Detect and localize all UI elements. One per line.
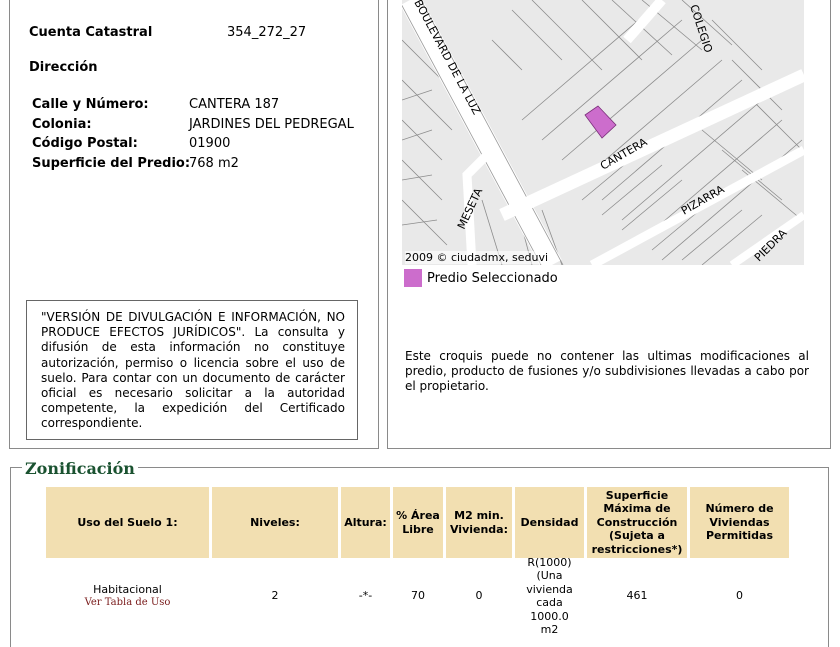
location-map[interactable]: BOULEVARD DE LA LUZ COLEGIO CANTERA MESE… — [402, 0, 804, 265]
map-image: BOULEVARD DE LA LUZ COLEGIO CANTERA MESE… — [402, 0, 804, 265]
ver-tabla-uso-link[interactable]: Ver Tabla de Uso — [85, 596, 171, 610]
direccion-label: Dirección — [29, 60, 98, 75]
uso-value: Habitacional — [93, 582, 162, 596]
cell-altura: -*- — [358, 589, 373, 603]
cuenta-catastral-value: 354_272_27 — [227, 25, 307, 40]
codigo-postal-label: Código Postal: — [32, 136, 138, 151]
header-area-libre: % Área Libre — [393, 487, 443, 558]
cell-area-libre: 70 — [411, 589, 425, 603]
header-m2-min: M2 min. Vivienda: — [446, 487, 512, 558]
disclaimer-box: "VERSIÓN DE DIVULGACIÓN E INFORMACIÓN, N… — [26, 300, 358, 440]
legend-label: Predio Seleccionado — [427, 271, 558, 286]
superficie-label: Superficie del Predio: — [32, 156, 191, 171]
cuenta-catastral-label: Cuenta Catastral — [29, 25, 153, 40]
colonia-label: Colonia: — [32, 117, 92, 132]
cell-num-viviendas: 0 — [736, 589, 743, 603]
header-niveles: Niveles: — [212, 487, 338, 558]
cell-superficie-max: 461 — [626, 589, 648, 603]
croquis-note: Este croquis puede no contener las ultim… — [405, 349, 809, 394]
calle-label: Calle y Número: — [32, 97, 149, 112]
map-credit: 2009 © ciudadmx, seduvi — [405, 251, 549, 264]
disclaimer-text: "VERSIÓN DE DIVULGACIÓN E INFORMACIÓN, N… — [41, 310, 345, 431]
header-altura: Altura: — [341, 487, 390, 558]
cell-densidad: R(1000) (Una vivienda cada 1000.0 m2 — [526, 555, 573, 637]
colonia-value: JARDINES DEL PEDREGAL — [189, 117, 354, 132]
cell-niveles: 2 — [271, 589, 279, 603]
codigo-postal-value: 01900 — [189, 136, 231, 151]
header-num-viviendas: Número de Viviendas Permitidas — [690, 487, 789, 558]
zonificacion-title: Zonificación — [22, 459, 138, 478]
cell-uso: Habitacional Ver Tabla de Uso — [46, 562, 209, 630]
header-superficie-max: Superficie Máxima de Construcción (Sujet… — [587, 487, 687, 558]
superficie-value: 768 m2 — [189, 156, 239, 171]
header-uso-suelo: Uso del Suelo 1: — [46, 487, 209, 558]
cell-m2-min: 0 — [475, 589, 483, 603]
legend-swatch — [404, 269, 422, 287]
calle-value: CANTERA 187 — [189, 97, 280, 112]
header-densidad: Densidad — [515, 487, 584, 558]
